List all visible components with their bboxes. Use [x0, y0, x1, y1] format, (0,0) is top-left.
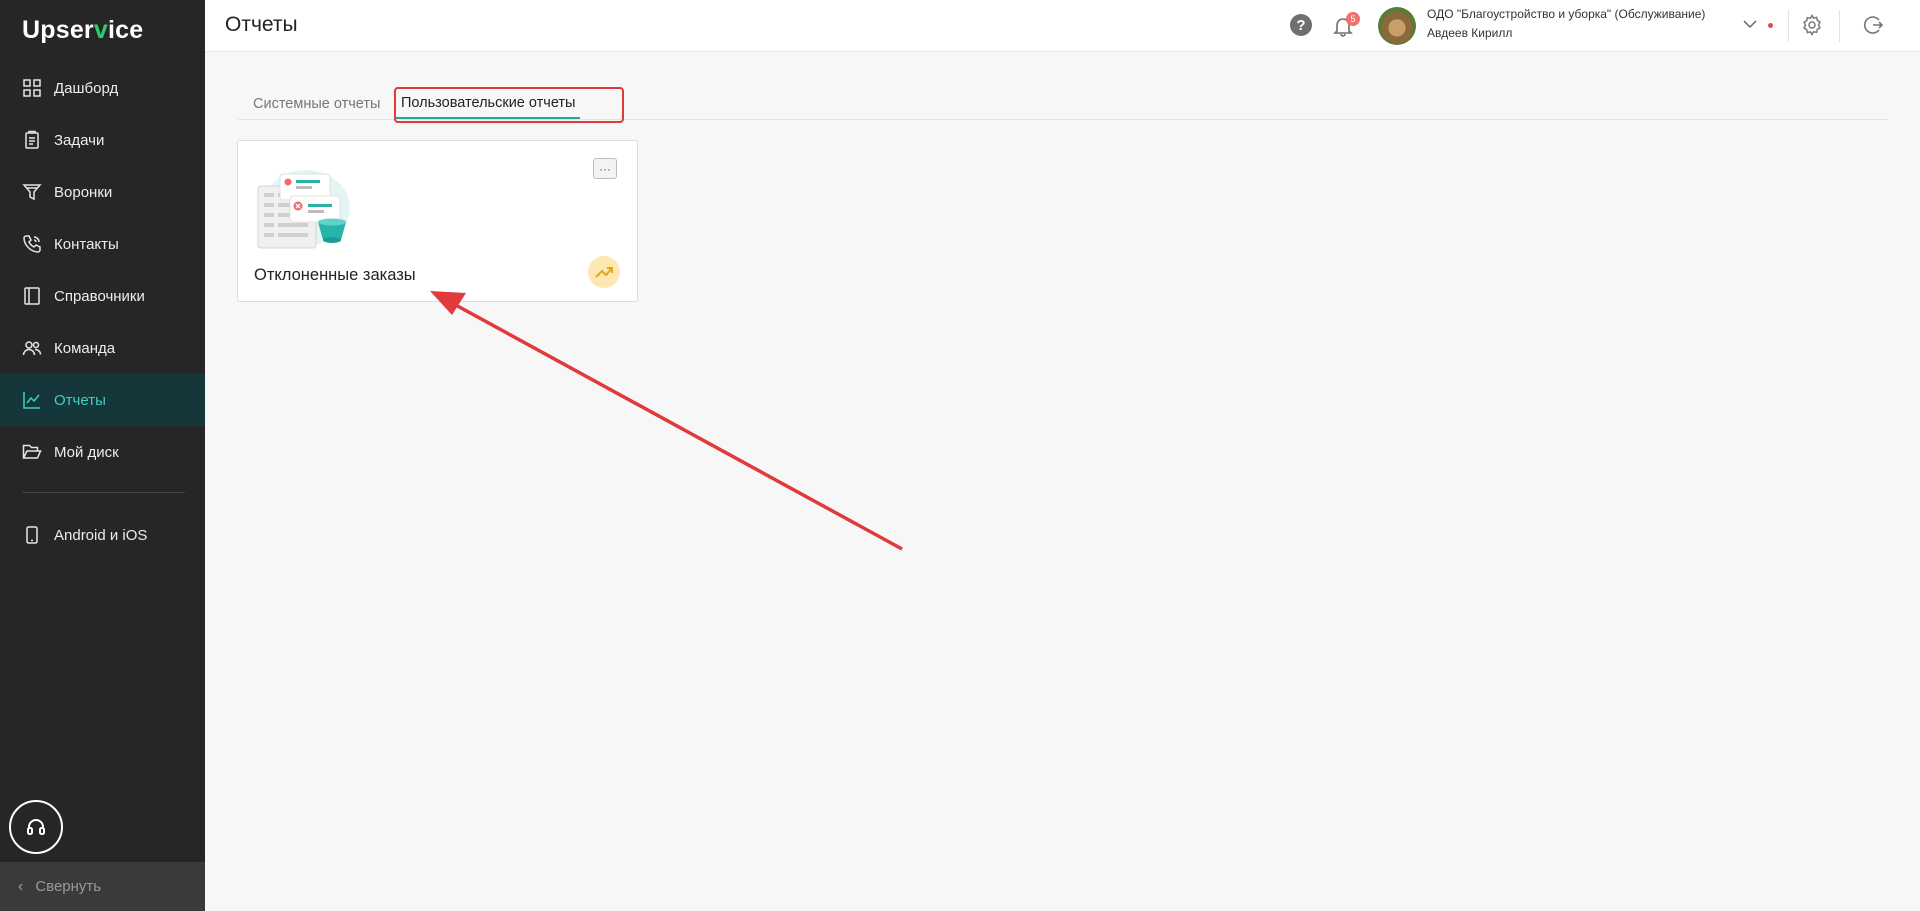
status-dot [1768, 23, 1773, 28]
report-illustration [257, 170, 350, 249]
reports-tabs: Системные отчеты Пользовательские отчеты [238, 88, 1888, 120]
trend-up-icon [588, 256, 620, 288]
book-icon [22, 286, 42, 306]
tab-system-reports[interactable]: Системные отчеты [253, 88, 380, 119]
sidebar-item-label: Задачи [54, 131, 105, 149]
notification-count-badge: 5 [1346, 12, 1360, 26]
phone-icon [22, 234, 42, 254]
sidebar-item-label: Android и iOS [54, 526, 148, 544]
organization-name[interactable]: ОДО "Благоустройство и уборка" (Обслужив… [1427, 7, 1705, 21]
page-title: Отчеты [225, 13, 298, 36]
app-logo[interactable]: Upservice [22, 16, 143, 45]
sidebar-divider [22, 492, 185, 493]
card-menu-button[interactable]: ··· [593, 158, 617, 179]
funnel-icon [22, 182, 42, 202]
header-divider [1839, 10, 1840, 42]
sidebar: Upservice Дашборд Задачи Воронки Контакт… [0, 0, 205, 911]
notifications-button[interactable]: 5 [1332, 12, 1360, 38]
dashboard-icon [22, 78, 42, 98]
tasks-icon [22, 130, 42, 150]
report-card-title[interactable]: Отклоненные заказы [254, 266, 416, 285]
logo-text-start: Upser [22, 16, 94, 44]
sidebar-item-dashboard[interactable]: Дашборд [0, 62, 205, 114]
sidebar-item-label: Справочники [54, 287, 145, 305]
logo-text-end: ice [107, 16, 144, 44]
chevron-down-icon[interactable] [1742, 16, 1758, 32]
annotation-arrow [430, 291, 903, 551]
sidebar-item-mobile-apps[interactable]: Android и iOS [0, 509, 205, 561]
sidebar-item-label: Контакты [54, 235, 119, 253]
headset-icon [27, 819, 45, 835]
collapse-label: Свернуть [35, 878, 102, 895]
sidebar-item-team[interactable]: Команда [0, 322, 205, 374]
report-card[interactable]: ··· Отклоненные заказы [237, 140, 638, 302]
collapse-sidebar-button[interactable]: ‹ Свернуть [0, 862, 205, 911]
sidebar-item-directories[interactable]: Справочники [0, 270, 205, 322]
sidebar-item-label: Отчеты [54, 391, 106, 409]
chart-icon [22, 390, 42, 410]
sidebar-item-reports[interactable]: Отчеты [0, 374, 205, 426]
sidebar-item-label: Воронки [54, 183, 113, 201]
mobile-icon [22, 525, 42, 545]
sidebar-item-funnels[interactable]: Воронки [0, 166, 205, 218]
gear-icon[interactable] [1801, 14, 1823, 36]
user-name[interactable]: Авдеев Кирилл [1427, 26, 1512, 40]
chevron-left-icon: ‹ [18, 877, 24, 895]
sidebar-item-contacts[interactable]: Контакты [0, 218, 205, 270]
logout-icon[interactable] [1862, 14, 1884, 36]
team-icon [22, 338, 42, 358]
help-icon[interactable]: ? [1290, 14, 1312, 36]
top-header: Отчеты ? 5 ОДО "Благоустройство и уборка… [205, 0, 1920, 52]
sidebar-item-tasks[interactable]: Задачи [0, 114, 205, 166]
logo-text-accent: v [93, 16, 108, 44]
sidebar-item-label: Дашборд [54, 79, 119, 97]
support-button[interactable] [9, 800, 63, 854]
avatar[interactable] [1378, 7, 1416, 45]
folder-icon [22, 442, 42, 462]
sidebar-item-label: Мой диск [54, 443, 119, 461]
header-divider [1788, 10, 1789, 42]
sidebar-item-label: Команда [54, 339, 116, 357]
tab-user-reports[interactable]: Пользовательские отчеты [396, 88, 581, 119]
sidebar-item-my-disk[interactable]: Мой диск [0, 426, 205, 478]
